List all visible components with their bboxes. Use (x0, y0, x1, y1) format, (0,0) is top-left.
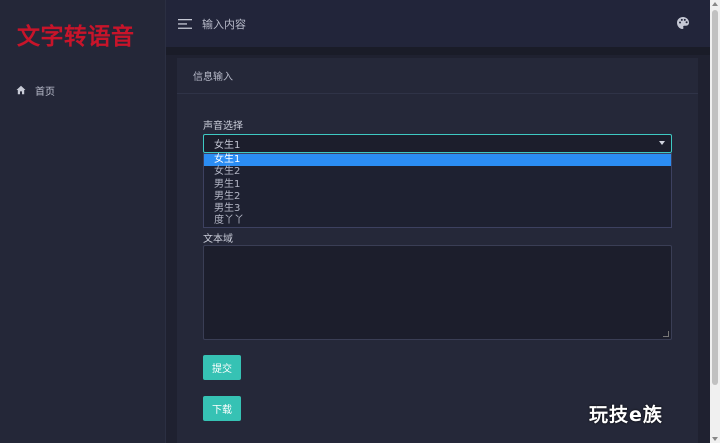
top-header: 输入内容 (166, 0, 710, 47)
theme-button[interactable] (676, 16, 690, 30)
header-divider (166, 47, 710, 55)
voice-select-value: 女生1 (214, 140, 241, 151)
vertical-scrollbar[interactable] (710, 0, 720, 443)
menu-toggle-button[interactable] (178, 17, 192, 31)
brand-logo: 文字转语音 (0, 0, 166, 68)
voice-dropdown-list: 女生1 女生2 男生1 男生2 男生3 度丫丫 (203, 153, 672, 228)
voice-option[interactable]: 女生1 (204, 154, 671, 167)
voice-option[interactable]: 男生1 (204, 179, 671, 191)
watermark-logo: 玩技e族 (589, 404, 663, 426)
voice-option[interactable]: 女生2 (204, 166, 671, 178)
voice-option[interactable]: 男生3 (204, 203, 671, 215)
scroll-thumb[interactable] (712, 10, 718, 385)
download-button[interactable]: 下载 (203, 396, 241, 421)
chevron-down-icon (659, 141, 665, 145)
card-title: 信息输入 (177, 58, 698, 94)
textarea-label: 文本域 (203, 234, 233, 245)
voice-select-label: 声音选择 (203, 121, 243, 132)
sidebar-item-label: 首页 (35, 86, 55, 98)
header-title: 输入内容 (202, 17, 246, 31)
info-input-card: 信息输入 声音选择 女生1 女生1 女生2 男生1 男生2 男生3 度丫丫 文本… (177, 58, 698, 443)
menu-icon (178, 18, 192, 29)
sidebar-item-home[interactable]: 首页 (0, 79, 166, 101)
submit-button[interactable]: 提交 (203, 355, 241, 380)
scroll-down-icon[interactable] (712, 437, 718, 441)
home-icon (16, 85, 26, 95)
resize-handle-icon[interactable] (663, 331, 669, 337)
brand-title: 文字转语音 (17, 23, 135, 50)
voice-select[interactable]: 女生1 (203, 134, 672, 153)
voice-option[interactable]: 度丫丫 (204, 215, 671, 227)
voice-option[interactable]: 男生2 (204, 191, 671, 203)
palette-icon (677, 17, 689, 29)
sidebar: 文字转语音 首页 (0, 0, 166, 443)
text-input-area[interactable] (203, 245, 672, 340)
scroll-up-icon[interactable] (712, 2, 718, 6)
